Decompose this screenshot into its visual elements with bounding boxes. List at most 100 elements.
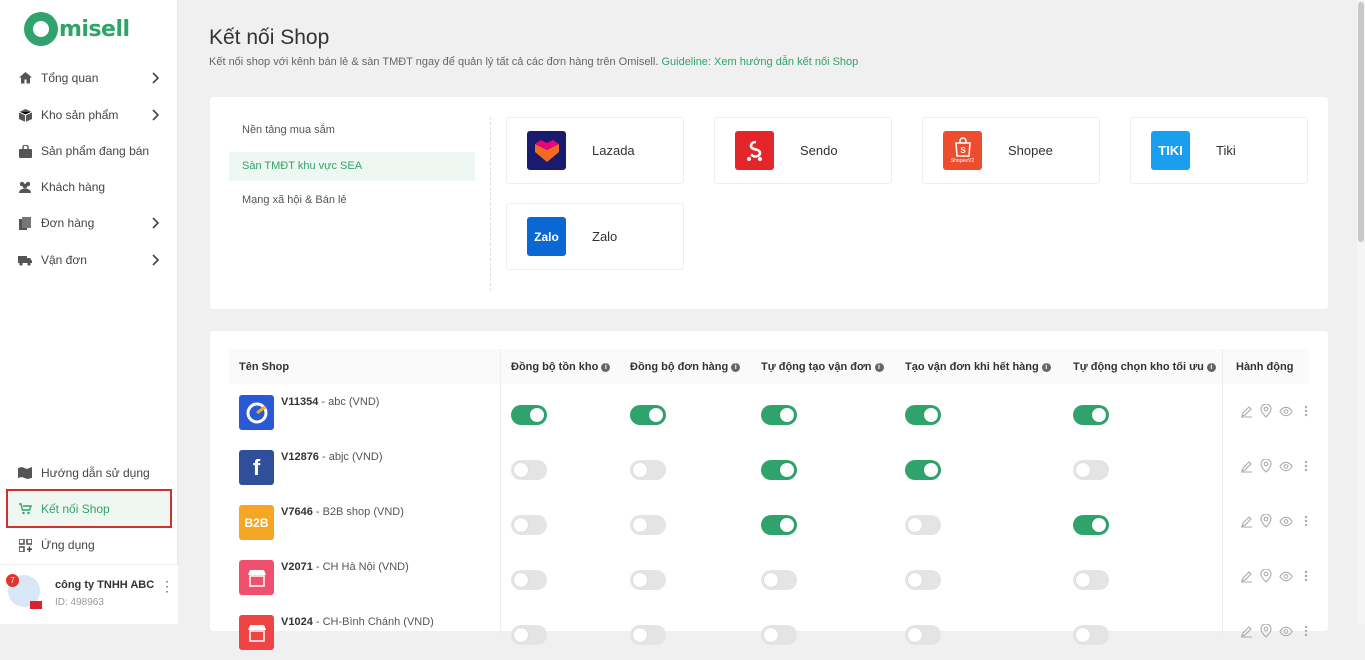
toggle-switch[interactable] xyxy=(905,405,941,425)
eye-icon[interactable] xyxy=(1279,404,1293,418)
toggle-switch[interactable] xyxy=(761,515,797,535)
platform-card-zalo[interactable]: Zalo Zalo xyxy=(506,203,684,270)
toggle-switch[interactable] xyxy=(630,570,666,590)
toggle-switch[interactable] xyxy=(630,405,666,425)
more-vertical-icon[interactable]: ⋮ xyxy=(160,578,174,595)
edit-icon[interactable] xyxy=(1239,624,1253,638)
more-vertical-icon[interactable] xyxy=(1299,514,1313,528)
shop-logo: f xyxy=(239,450,274,485)
toggle-switch[interactable] xyxy=(630,460,666,480)
bag-icon xyxy=(18,144,32,158)
sidebar-item-label: Kết nối Shop xyxy=(41,501,110,516)
toggle-switch[interactable] xyxy=(905,515,941,535)
category-nen-tang-mua-sam[interactable]: Nền tảng mua sắm xyxy=(229,116,475,145)
platform-card-sendo[interactable]: Sendo xyxy=(714,117,892,184)
col-tu-dong-tao-van-don: Tự động tạo vận đơn i xyxy=(761,361,884,373)
platform-card-lazada[interactable]: Lazada xyxy=(506,117,684,184)
location-icon[interactable] xyxy=(1259,569,1273,583)
toggle-switch[interactable] xyxy=(1073,405,1109,425)
eye-icon[interactable] xyxy=(1279,459,1293,473)
toggle-switch[interactable] xyxy=(1073,515,1109,535)
toggle-switch[interactable] xyxy=(511,460,547,480)
toggle-switch[interactable] xyxy=(511,625,547,645)
toggle-switch[interactable] xyxy=(905,625,941,645)
location-icon[interactable] xyxy=(1259,404,1273,418)
edit-icon[interactable] xyxy=(1239,404,1253,418)
info-icon[interactable]: i xyxy=(874,363,884,372)
sidebar-item-ung-dung[interactable]: Ứng dụng xyxy=(8,528,170,562)
toggle-switch[interactable] xyxy=(511,515,547,535)
page-title: Kết nối Shop xyxy=(209,26,330,49)
shop-name: V1024 - CH-Bình Chánh (VND) xyxy=(281,616,434,628)
sidebar-item-kho-san-pham[interactable]: Kho sản phẩm xyxy=(8,98,170,132)
sidebar-item-label: Ứng dụng xyxy=(41,538,95,552)
shop-name: V11354 - abc (VND) xyxy=(281,396,380,408)
eye-icon[interactable] xyxy=(1279,624,1293,638)
eye-icon[interactable] xyxy=(1279,569,1293,583)
info-icon[interactable]: i xyxy=(731,363,741,372)
toggle-switch[interactable] xyxy=(761,405,797,425)
location-icon[interactable] xyxy=(1259,624,1273,638)
scrollbar-thumb[interactable] xyxy=(1358,2,1364,242)
eye-icon[interactable] xyxy=(1279,514,1293,528)
toggle-switch[interactable] xyxy=(1073,570,1109,590)
edit-icon[interactable] xyxy=(1239,459,1253,473)
row-actions xyxy=(1239,569,1313,583)
table-header: Tên Shop Đồng bộ tồn kho i Đồng bộ đơn hà… xyxy=(229,349,1309,384)
shop-name: V7646 - B2B shop (VND) xyxy=(281,506,404,518)
sidebar-item-van-don[interactable]: Vận đơn xyxy=(8,243,170,277)
toggle-switch[interactable] xyxy=(511,405,547,425)
sidebar-item-khach-hang[interactable]: Khách hàng xyxy=(8,170,170,204)
more-vertical-icon[interactable] xyxy=(1299,569,1313,583)
more-vertical-icon[interactable] xyxy=(1299,624,1313,638)
row-actions xyxy=(1239,404,1313,418)
scrollbar[interactable] xyxy=(1357,0,1365,624)
omisell-logo[interactable]: misell xyxy=(24,12,130,46)
location-icon[interactable] xyxy=(1259,514,1273,528)
toggle-switch[interactable] xyxy=(761,570,797,590)
toggle-switch[interactable] xyxy=(761,460,797,480)
edit-icon[interactable] xyxy=(1239,514,1253,528)
toggle-switch[interactable] xyxy=(905,460,941,480)
user-profile[interactable]: 7 công ty TNHH ABC ID: 498963 ⋮ xyxy=(0,564,178,624)
info-icon[interactable]: i xyxy=(1041,363,1051,372)
truck-icon xyxy=(18,253,32,267)
shop-logo xyxy=(239,560,274,595)
location-icon[interactable] xyxy=(1259,459,1273,473)
toggle-switch[interactable] xyxy=(1073,460,1109,480)
info-icon[interactable]: i xyxy=(601,363,611,372)
shop-logo xyxy=(239,395,274,430)
more-vertical-icon[interactable] xyxy=(1299,459,1313,473)
platform-name: Shopee xyxy=(1008,143,1053,158)
category-mang-xa-hoi[interactable]: Mạng xã hội & Bán lẻ xyxy=(229,186,475,215)
platform-card-shopee[interactable]: S ShopeeV2 Shopee xyxy=(922,117,1100,184)
platform-panel: Nền tảng mua sắm Sàn TMĐT khu vực SEA Mạ… xyxy=(210,97,1328,309)
toggle-switch[interactable] xyxy=(511,570,547,590)
guideline-link[interactable]: Guideline: Xem hướng dẫn kết nối Shop xyxy=(661,56,858,68)
row-actions xyxy=(1239,624,1313,638)
edit-icon[interactable] xyxy=(1239,569,1253,583)
sidebar-item-huong-dan[interactable]: Hướng dẫn sử dụng xyxy=(8,456,170,490)
svg-text:S: S xyxy=(960,146,966,155)
col-hanh-dong: Hành động xyxy=(1236,361,1294,373)
sidebar-item-don-hang[interactable]: Đơn hàng xyxy=(8,206,170,240)
more-vertical-icon[interactable] xyxy=(1299,404,1313,418)
platform-card-tiki[interactable]: TIKI Tiki xyxy=(1130,117,1308,184)
toggle-switch[interactable] xyxy=(761,625,797,645)
sidebar-item-san-pham-dang-ban[interactable]: Sản phẩm đang bán xyxy=(8,134,170,168)
shopee-logo-text: ShopeeV2 xyxy=(950,158,975,164)
platform-name: Lazada xyxy=(592,143,635,158)
sidebar-item-ket-noi-shop[interactable]: Kết nối Shop xyxy=(6,489,172,528)
category-san-tmdt-sea[interactable]: Sàn TMĐT khu vực SEA xyxy=(229,152,475,181)
col-dong-bo-don-hang: Đồng bộ đơn hàng i xyxy=(630,361,741,373)
toggle-switch[interactable] xyxy=(905,570,941,590)
notification-badge: 7 xyxy=(6,574,19,587)
row-actions xyxy=(1239,514,1313,528)
toggle-switch[interactable] xyxy=(630,625,666,645)
sidebar-item-tong-quan[interactable]: Tổng quan xyxy=(8,61,170,95)
info-icon[interactable]: i xyxy=(1206,363,1216,372)
toggle-switch[interactable] xyxy=(630,515,666,535)
category-divider xyxy=(490,117,491,291)
sidebar-item-label: Khách hàng xyxy=(41,180,106,194)
toggle-switch[interactable] xyxy=(1073,625,1109,645)
